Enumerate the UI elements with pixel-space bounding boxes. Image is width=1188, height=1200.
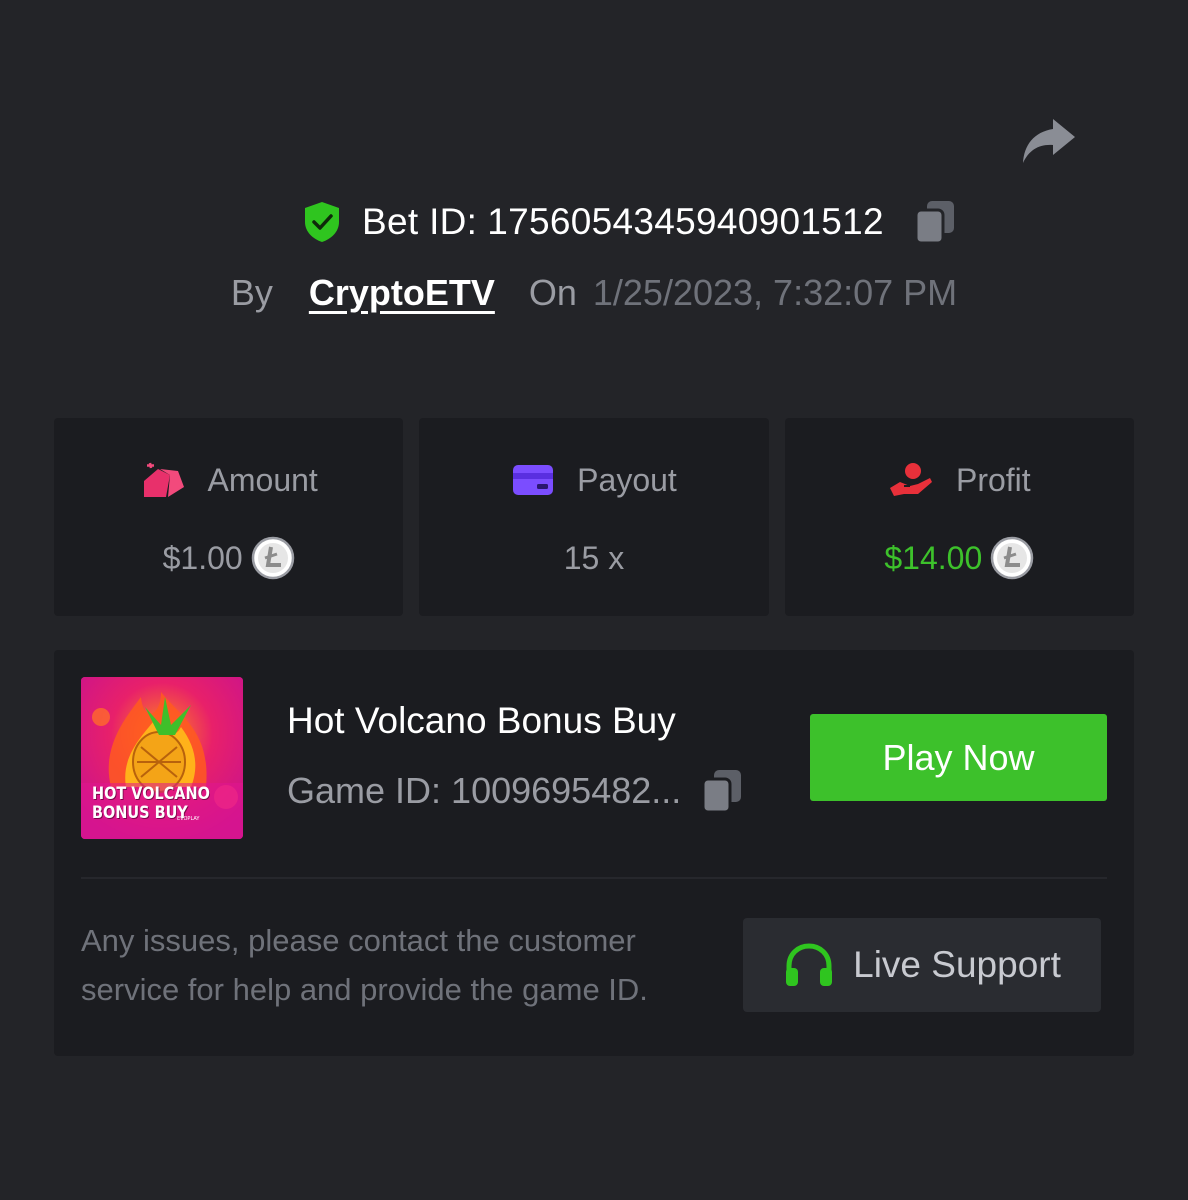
- hand-user-icon: [889, 463, 932, 496]
- game-card: HOT VOLCANO BONUS BUY EVOPLAY Hot Volcan…: [54, 650, 1134, 1056]
- username-link[interactable]: CryptoETV: [309, 272, 495, 314]
- money-bag-icon: [143, 462, 184, 497]
- copy-game-id-button[interactable]: [701, 768, 743, 814]
- thumbnail-brand: EVOPLAY: [177, 816, 200, 822]
- amount-value: $1.00: [162, 539, 243, 576]
- game-thumbnail[interactable]: HOT VOLCANO BONUS BUY EVOPLAY: [81, 677, 243, 839]
- shield-check-icon: [305, 202, 340, 242]
- copy-icon: [701, 770, 742, 814]
- thumbnail-title-line1: HOT VOLCANO: [92, 784, 210, 804]
- bet-id-value: 1756054345940901512: [487, 201, 884, 242]
- profit-label: Profit: [955, 461, 1031, 498]
- headphones-icon: [786, 943, 833, 986]
- game-title: Hot Volcano Bonus Buy: [287, 700, 676, 741]
- copy-bet-id-button[interactable]: [914, 199, 956, 245]
- card-icon: [513, 465, 554, 495]
- game-id-label: Game ID:: [287, 770, 442, 811]
- bet-id-label: Bet ID:: [362, 201, 478, 242]
- game-id-row: Game ID: 1009695482...: [287, 768, 743, 814]
- bet-datetime: 1/25/2023, 7:32:07 PM: [592, 272, 958, 313]
- profit-card: Profit $14.00: [784, 418, 1134, 616]
- amount-label: Amount: [207, 461, 318, 498]
- author-row: By CryptoETV On 1/25/2023, 7:32:07 PM: [0, 268, 1188, 318]
- payout-value: 15 x: [563, 539, 625, 576]
- payout-card: Payout 15 x: [419, 418, 769, 616]
- game-id-value: 1009695482...: [451, 770, 682, 811]
- live-support-label: Live Support: [853, 944, 1061, 985]
- live-support-button[interactable]: Live Support: [743, 918, 1101, 1012]
- payout-label: Payout: [577, 461, 677, 498]
- bet-detail-page: Bet ID: 1756054345940901512 By CryptoETV…: [0, 0, 1188, 1200]
- divider: [81, 877, 1107, 879]
- bet-stats: Amount $1.00 Payout 15 x Profit $14.00: [54, 418, 1134, 616]
- play-now-button[interactable]: Play Now: [810, 714, 1107, 801]
- share-icon: [1023, 119, 1075, 163]
- bet-id-row: Bet ID: 1756054345940901512: [0, 196, 1188, 248]
- copy-icon: [914, 201, 954, 245]
- litecoin-icon: [251, 536, 294, 580]
- help-text: Any issues, please contact the customer …: [81, 923, 648, 1007]
- by-label: By: [230, 272, 273, 313]
- amount-card: Amount $1.00: [54, 418, 404, 616]
- share-button[interactable]: [1016, 114, 1080, 170]
- on-label: On: [528, 272, 577, 313]
- profit-value: $14.00: [884, 539, 983, 576]
- litecoin-icon: [991, 536, 1034, 580]
